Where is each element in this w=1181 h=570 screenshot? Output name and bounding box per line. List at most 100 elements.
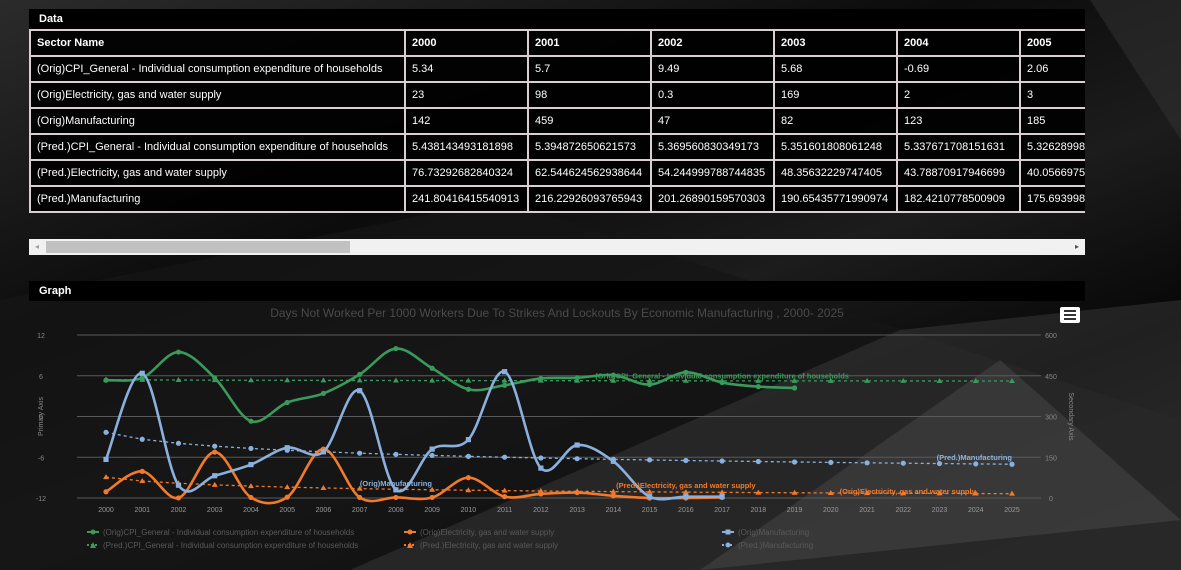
data-point — [1009, 490, 1015, 496]
data-point — [356, 377, 363, 383]
column-header[interactable]: 2003 — [773, 29, 898, 57]
data-label: (Orig)Manufacturing — [360, 479, 432, 488]
value-cell: 3 — [1019, 81, 1085, 109]
data-point — [429, 365, 435, 371]
x-tick-label: 2020 — [823, 507, 839, 514]
data-point — [610, 456, 616, 462]
y2-tick-label: 300 — [1045, 415, 1057, 422]
x-tick-label: 2023 — [932, 507, 948, 514]
graph-panel-header: Graph — [29, 281, 1085, 301]
data-panel-header: Data — [29, 9, 1085, 29]
column-header[interactable]: Sector Name — [29, 29, 406, 57]
value-cell: 2.06 — [1019, 55, 1085, 83]
data-point — [574, 456, 580, 462]
graph-panel-title: Graph — [39, 285, 72, 297]
scrollbar-thumb[interactable] — [46, 241, 350, 253]
data-table-container: Sector Name 2000 2001 2002 2003 2004 200… — [29, 29, 1085, 229]
data-point — [538, 455, 544, 461]
data-point — [683, 494, 689, 500]
column-header[interactable]: 2001 — [527, 29, 652, 57]
value-cell: 216.22926093765943 — [527, 185, 652, 213]
value-cell: 5.326289987 — [1019, 133, 1085, 161]
legend-item[interactable]: (Orig)Electricity, gas and water supply — [420, 528, 554, 537]
legend-item[interactable]: (Orig)Manufacturing — [738, 528, 809, 537]
data-point — [502, 382, 508, 388]
value-cell: 47 — [650, 107, 775, 135]
data-point — [320, 377, 327, 383]
y-tick-label: 6 — [39, 374, 43, 381]
data-point — [502, 494, 508, 500]
line-chart: Days Not Worked Per 1000 Workers Due To … — [36, 306, 1074, 550]
data-point — [719, 458, 725, 464]
data-point — [1009, 377, 1015, 383]
data-point — [320, 484, 327, 490]
table-row: (Orig)CPI_General - Individual consumpti… — [29, 55, 1085, 83]
x-tick-label: 2016 — [678, 507, 694, 514]
y-tick-label: -6 — [38, 455, 44, 462]
data-point — [103, 429, 109, 435]
data-point — [1009, 461, 1015, 467]
legend-item[interactable]: (Pred.)Electricity, gas and water supply — [420, 541, 558, 550]
table-row: (Pred.)CPI_General - Individual consumpt… — [29, 133, 1085, 161]
legend-marker — [407, 529, 413, 535]
horizontal-scrollbar[interactable]: ◂ ▸ — [29, 239, 1085, 255]
data-point — [392, 377, 399, 383]
data-point — [247, 377, 254, 383]
legend-item[interactable]: (Pred.)CPI_General - Individual consumpt… — [103, 541, 358, 550]
table-header-row: Sector Name 2000 2001 2002 2003 2004 200… — [29, 29, 1085, 57]
table-row: (Orig)Manufacturing 142 459 47 82 123 185 — [29, 107, 1085, 135]
data-point — [212, 449, 218, 455]
x-tick-label: 2025 — [1004, 507, 1020, 514]
data-point — [647, 494, 653, 500]
value-cell: 175.6939983 — [1019, 185, 1085, 213]
data-point — [393, 451, 399, 457]
data-point — [465, 436, 471, 443]
column-header[interactable]: 2000 — [404, 29, 529, 57]
y2-axis-label: Secondary Axis — [1067, 392, 1074, 441]
data-point — [719, 494, 725, 500]
x-tick-label: 2006 — [316, 507, 332, 514]
x-tick-label: 2002 — [171, 507, 187, 514]
data-point — [357, 494, 363, 501]
legend-marker — [90, 529, 96, 535]
chart-menu-icon[interactable] — [1060, 307, 1080, 323]
data-point — [211, 481, 218, 487]
series-line — [105, 347, 795, 424]
data-point — [393, 345, 399, 352]
value-cell: 185 — [1019, 107, 1085, 135]
x-tick-label: 2014 — [606, 507, 622, 514]
value-cell: 5.68 — [773, 55, 898, 83]
x-tick-label: 2024 — [968, 507, 984, 514]
value-cell: 76.73292682840324 — [404, 159, 529, 187]
legend-item[interactable]: (Pred.)Manufacturing — [738, 541, 813, 550]
data-point — [755, 458, 761, 465]
scroll-left-arrow-icon[interactable]: ◂ — [29, 239, 45, 255]
data-point — [139, 436, 145, 442]
legend-marker — [725, 542, 731, 548]
data-point — [465, 475, 471, 481]
x-tick-label: 2008 — [388, 507, 404, 514]
legend-marker — [725, 529, 731, 535]
data-point — [284, 447, 290, 453]
column-header[interactable]: 2004 — [896, 29, 1021, 57]
x-tick-label: 2018 — [751, 507, 767, 514]
value-cell: 182.4210778500909 — [896, 185, 1021, 213]
y-tick-label: 12 — [37, 333, 45, 340]
scroll-right-arrow-icon[interactable]: ▸ — [1069, 239, 1085, 255]
data-label: (Orig)CPI_General - Individual consumpti… — [595, 372, 849, 381]
legend-item[interactable]: (Orig)CPI_General - Individual consumpti… — [103, 528, 354, 537]
x-tick-label: 2011 — [497, 507, 512, 514]
table-row: (Pred.)Electricity, gas and water supply… — [29, 159, 1085, 187]
x-tick-label: 2005 — [279, 507, 295, 514]
x-tick-label: 2012 — [533, 507, 549, 514]
sector-name-cell: (Pred.)Manufacturing — [29, 185, 406, 213]
chart-title: Days Not Worked Per 1000 Workers Due To … — [270, 306, 844, 320]
column-header[interactable]: 2002 — [650, 29, 775, 57]
chart-container: Days Not Worked Per 1000 Workers Due To … — [29, 301, 1085, 561]
column-header[interactable]: 2005 — [1019, 29, 1085, 57]
data-point — [502, 369, 508, 375]
data-point — [103, 489, 109, 495]
value-cell: 459 — [527, 107, 652, 135]
sector-name-cell: (Orig)Manufacturing — [29, 107, 406, 135]
value-cell: 98 — [527, 81, 652, 109]
